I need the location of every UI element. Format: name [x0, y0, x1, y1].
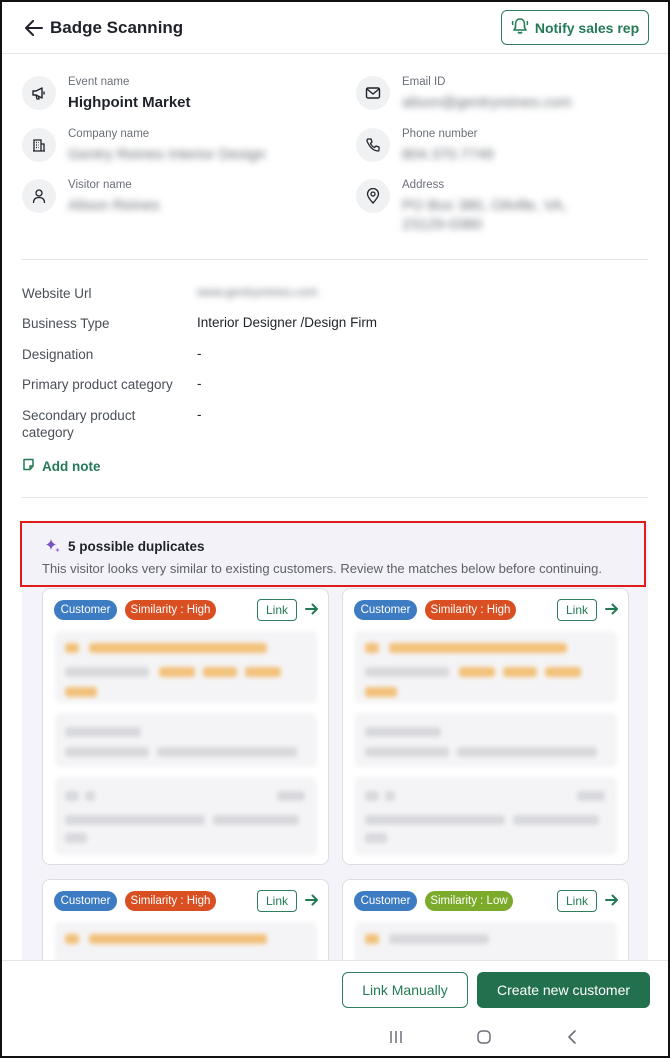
mail-icon: [356, 76, 390, 110]
page-title: Badge Scanning: [50, 18, 184, 37]
blurred-contact-block: [355, 713, 617, 767]
blurred-company-block: [55, 631, 317, 703]
bottom-bar: Link Manually Create new customer: [2, 960, 668, 1056]
megaphone-icon: [22, 76, 56, 110]
building-icon: [22, 128, 56, 162]
business-type-value: Interior Designer /Design Firm: [197, 315, 378, 330]
designation-label: Designation: [22, 347, 94, 362]
system-back-icon[interactable]: [562, 1027, 582, 1047]
link-button[interactable]: Link: [557, 890, 597, 912]
duplicates-description: This visitor looks very similar to exist…: [42, 561, 602, 576]
company-name-label: Company name: [68, 128, 150, 140]
event-name-label: Event name: [68, 76, 130, 88]
create-new-customer-button[interactable]: Create new customer: [477, 972, 650, 1008]
link-manually-button[interactable]: Link Manually: [342, 972, 468, 1008]
address-line-2: 23129-0380: [402, 216, 483, 233]
blurred-company-block: [55, 922, 317, 960]
secondary-category-value: -: [197, 407, 202, 422]
similarity-badge: Similarity : High: [125, 891, 216, 911]
note-icon: [22, 458, 35, 474]
secondary-category-label-line2: category: [22, 425, 74, 440]
website-url-label: Website Url: [22, 286, 92, 301]
recent-apps-icon[interactable]: [386, 1027, 406, 1047]
sparkle-icon: [44, 537, 62, 560]
similarity-badge: Similarity : High: [425, 600, 516, 620]
company-name-value: Gentry Reines Interior Design: [68, 146, 266, 163]
blurred-company-block: [355, 922, 617, 960]
customer-badge: Customer: [354, 600, 417, 620]
phone-number-label: Phone number: [402, 128, 478, 140]
similarity-badge: Similarity : Low: [425, 891, 513, 911]
blurred-company-block: [355, 631, 617, 703]
bell-icon: [511, 17, 529, 38]
divider: [22, 259, 648, 260]
visitor-name-value: Alison Reines: [68, 197, 160, 214]
duplicate-card: Customer Similarity : High Link: [342, 588, 629, 865]
duplicate-card: Customer Similarity : Low Link: [342, 879, 629, 960]
duplicates-panel: Customer Similarity : High Link Customer…: [22, 522, 648, 960]
blurred-address-block: [355, 777, 617, 855]
home-icon[interactable]: [474, 1027, 494, 1047]
customer-badge: Customer: [354, 891, 417, 911]
website-url-value[interactable]: www.gentryreines.com: [197, 285, 318, 299]
blurred-address-block: [55, 777, 317, 855]
secondary-category-label-line1: Secondary product: [22, 408, 136, 423]
location-pin-icon: [356, 179, 390, 213]
link-button[interactable]: Link: [257, 599, 297, 621]
notify-label: Notify sales rep: [534, 19, 640, 36]
event-name-value: Highpoint Market: [68, 94, 191, 111]
top-bar: Badge Scanning Notify sales rep: [2, 2, 668, 54]
link-button[interactable]: Link: [257, 890, 297, 912]
designation-value: -: [197, 346, 202, 361]
email-value: alison@gentryreines.com: [402, 94, 572, 111]
arrow-right-icon[interactable]: [304, 892, 320, 908]
business-type-label: Business Type: [22, 316, 110, 331]
primary-category-value: -: [197, 376, 202, 391]
duplicates-title: 5 possible duplicates: [68, 539, 205, 554]
address-label: Address: [402, 179, 445, 191]
add-note-button[interactable]: Add note: [22, 458, 101, 474]
duplicate-card: Customer Similarity : High Link: [42, 879, 329, 960]
phone-number-value: 804.370.7749: [402, 146, 494, 163]
similarity-badge: Similarity : High: [125, 600, 216, 620]
visitor-name-label: Visitor name: [68, 179, 132, 191]
customer-badge: Customer: [54, 891, 117, 911]
back-arrow-icon[interactable]: [22, 16, 46, 40]
address-line-1: PO Box 380, Oilville, VA,: [402, 197, 567, 214]
blurred-contact-block: [55, 713, 317, 767]
duplicate-card: Customer Similarity : High Link: [42, 588, 329, 865]
duplicates-banner: 5 possible duplicates This visitor looks…: [20, 521, 646, 587]
person-icon: [22, 179, 56, 213]
primary-category-label: Primary product category: [22, 377, 173, 392]
arrow-right-icon[interactable]: [604, 892, 620, 908]
phone-icon: [356, 128, 390, 162]
arrow-right-icon[interactable]: [604, 601, 620, 617]
link-button[interactable]: Link: [557, 599, 597, 621]
email-label: Email ID: [402, 76, 446, 88]
divider: [22, 497, 648, 498]
notify-sales-rep-button[interactable]: Notify sales rep: [501, 10, 649, 45]
add-note-label: Add note: [42, 458, 101, 474]
customer-badge: Customer: [54, 600, 117, 620]
arrow-right-icon[interactable]: [304, 601, 320, 617]
